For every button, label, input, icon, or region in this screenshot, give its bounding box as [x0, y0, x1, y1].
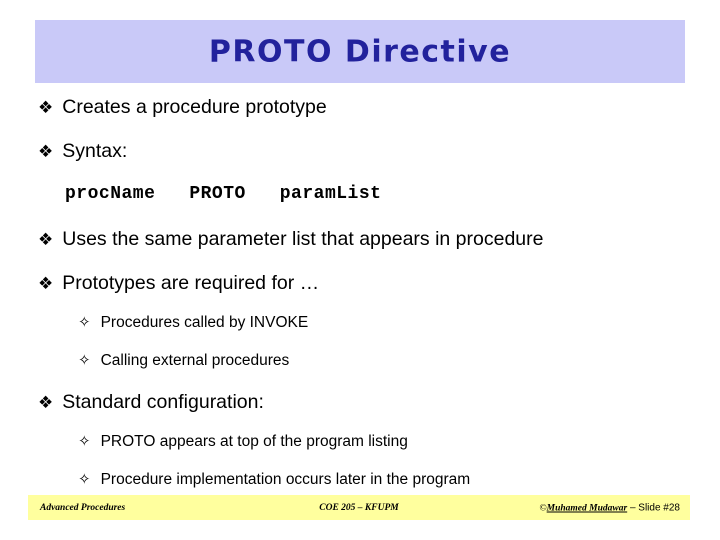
star-bullet-icon: ✧ [78, 470, 91, 488]
diamond-bullet-icon: ❖ [38, 98, 54, 118]
star-bullet-icon: ✧ [78, 351, 91, 369]
bullet-item-syntax: ❖ Syntax: [38, 140, 127, 163]
subbullet-item-invoke: ✧ Procedures called by INVOKE [78, 314, 308, 332]
syntax-code-line: procName PROTO paramList [65, 184, 382, 204]
page-title: PROTO Directive [208, 34, 512, 69]
title-band: PROTO Directive [35, 20, 685, 83]
diamond-bullet-icon: ❖ [38, 393, 54, 413]
bullet-item-uses: ❖ Uses the same parameter list that appe… [38, 228, 544, 251]
subbullet-text: PROTO appears at top of the program list… [100, 433, 408, 450]
footer-slide-number: – Slide #28 [627, 502, 680, 513]
bullet-item-creates: ❖ Creates a procedure prototype [38, 96, 327, 119]
footer-credit: ©Muhamed Mudawar – Slide #28 [539, 502, 680, 513]
bullet-item-standard-configuration: ❖ Standard configuration: [38, 391, 264, 414]
subbullet-item-implementation-later: ✧ Procedure implementation occurs later … [78, 471, 470, 489]
star-bullet-icon: ✧ [78, 313, 91, 331]
slide-canvas: PROTO Directive ❖ Creates a procedure pr… [0, 0, 720, 540]
slide-footer: Advanced Procedures COE 205 – KFUPM ©Muh… [28, 495, 690, 520]
subbullet-text: Procedures called by INVOKE [100, 314, 309, 331]
bullet-text: Creates a procedure prototype [62, 96, 327, 118]
bullet-text: Syntax: [62, 140, 128, 162]
subbullet-item-proto-top: ✧ PROTO appears at top of the program li… [78, 433, 408, 451]
bullet-item-prototypes-required: ❖ Prototypes are required for … [38, 272, 319, 295]
diamond-bullet-icon: ❖ [38, 230, 54, 250]
subbullet-text: Calling external procedures [100, 352, 290, 369]
diamond-bullet-icon: ❖ [38, 142, 54, 162]
bullet-text: Uses the same parameter list that appear… [62, 228, 544, 250]
footer-author: Muhamed Mudawar [546, 503, 628, 513]
subbullet-item-external: ✧ Calling external procedures [78, 352, 289, 370]
bullet-text: Standard configuration: [62, 391, 264, 413]
star-bullet-icon: ✧ [78, 432, 91, 450]
subbullet-text: Procedure implementation occurs later in… [100, 471, 471, 488]
bullet-text: Prototypes are required for … [62, 272, 320, 294]
diamond-bullet-icon: ❖ [38, 274, 54, 294]
